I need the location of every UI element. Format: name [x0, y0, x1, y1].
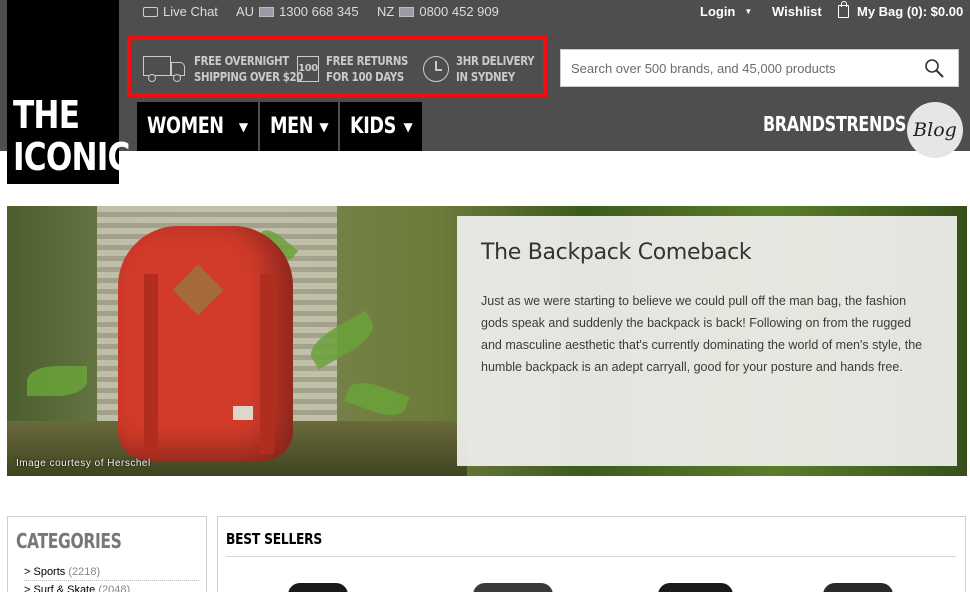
- promo-delivery: 3HR DELIVERY IN SYDNEY: [423, 53, 548, 85]
- nz-phone: NZ 0800 452 909: [377, 4, 499, 19]
- main-nav: WOMEN ▼ MEN ▼ KIDS ▼: [137, 102, 423, 151]
- promo-strip: FREE OVERNIGHT SHIPPING OVER $20 100 FREE…: [127, 36, 547, 97]
- clock-icon: [423, 56, 449, 82]
- product-thumbnail[interactable]: [658, 583, 733, 592]
- categories-panel: CATEGORIES > Sports (2218) > Surf & Skat…: [7, 516, 207, 592]
- promo-returns: 100 FREE RETURNS FOR 100 DAYS: [297, 54, 409, 84]
- search-input[interactable]: [561, 50, 911, 86]
- hero-banner[interactable]: Image courtesy of Herschel The Backpack …: [7, 206, 967, 476]
- nav-kids[interactable]: KIDS ▼: [340, 102, 423, 151]
- returns-icon: 100: [297, 56, 319, 82]
- best-sellers-panel: BEST SELLERS: [217, 516, 966, 592]
- search-icon[interactable]: [924, 58, 944, 78]
- utility-bar: Live Chat AU 1300 668 345 NZ 0800 452 90…: [0, 0, 970, 22]
- chat-icon: [143, 6, 158, 17]
- caret-down-icon: ▼: [238, 119, 248, 134]
- blog-badge[interactable]: Blog: [907, 102, 963, 158]
- live-chat-link[interactable]: Live Chat: [143, 4, 218, 19]
- hero-card: The Backpack Comeback Just as we were st…: [457, 216, 957, 466]
- bag-link[interactable]: My Bag (0): $0.00: [838, 1, 963, 19]
- nz-flag-icon: [399, 6, 415, 17]
- shopping-bag-icon: [838, 1, 849, 18]
- categories-title: CATEGORIES: [16, 529, 122, 553]
- caret-down-icon: ▼: [403, 119, 413, 134]
- truck-icon: [143, 56, 187, 82]
- au-phone: AU 1300 668 345: [236, 4, 359, 19]
- backpack-image: [110, 214, 305, 466]
- category-item[interactable]: > Surf & Skate (2048): [24, 581, 199, 592]
- search-box: [560, 49, 959, 87]
- product-thumbnail[interactable]: [473, 583, 553, 592]
- image-credit: Image courtesy of Herschel: [16, 458, 151, 469]
- nav-women[interactable]: WOMEN ▼: [137, 102, 258, 151]
- category-item[interactable]: > Sports (2218): [24, 563, 199, 581]
- chevron-down-icon: ▼: [744, 7, 753, 16]
- logo[interactable]: THE ICONIC: [7, 0, 130, 184]
- au-flag-icon: [259, 6, 275, 17]
- wishlist-link[interactable]: Wishlist: [772, 4, 822, 19]
- caret-down-icon: ▼: [319, 119, 329, 134]
- hero-title: The Backpack Comeback: [481, 240, 752, 265]
- login-link[interactable]: Login ▼: [700, 4, 752, 19]
- best-sellers-title: BEST SELLERS: [226, 530, 323, 548]
- site-header: Live Chat AU 1300 668 345 NZ 0800 452 90…: [0, 0, 970, 158]
- nav-men[interactable]: MEN ▼: [259, 102, 339, 151]
- product-thumbnail[interactable]: [823, 583, 893, 592]
- hero-body: Just as we were starting to believe we c…: [481, 294, 923, 374]
- product-thumbnail[interactable]: [288, 583, 348, 592]
- promo-shipping: FREE OVERNIGHT SHIPPING OVER $20: [143, 53, 322, 85]
